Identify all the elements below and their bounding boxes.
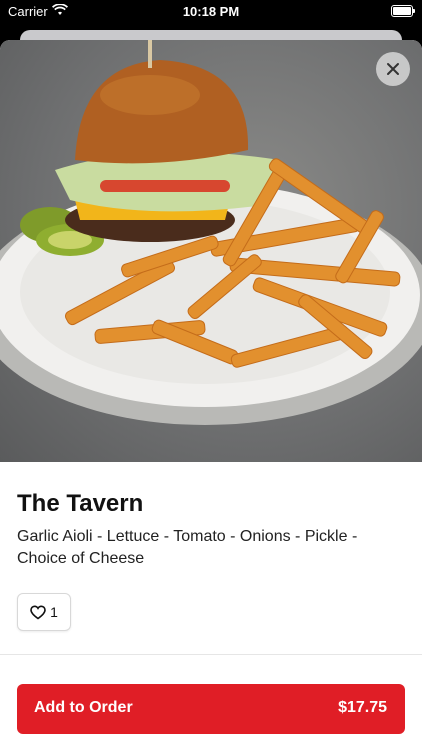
item-price: $17.75 [338, 699, 387, 716]
item-detail-sheet: The Tavern Garlic Aioli - Lettuce - Toma… [0, 40, 422, 750]
item-description: Garlic Aioli - Lettuce - Tomato - Onions… [17, 528, 358, 567]
like-button[interactable]: 1 [17, 593, 71, 631]
item-title: The Tavern [17, 490, 144, 517]
status-bar: Carrier 10:18 PM [0, 0, 422, 24]
item-photo [0, 40, 422, 462]
close-icon [387, 63, 399, 75]
add-to-order-label: Add to Order [34, 699, 133, 716]
battery-icon [391, 5, 415, 17]
heart-icon [30, 604, 46, 619]
divider [0, 654, 422, 655]
like-count: 1 [50, 604, 58, 620]
close-button[interactable] [376, 52, 410, 86]
clock: 10:18 PM [182, 4, 240, 19]
add-to-order-button[interactable]: Add to Order $17.75 [17, 684, 405, 734]
